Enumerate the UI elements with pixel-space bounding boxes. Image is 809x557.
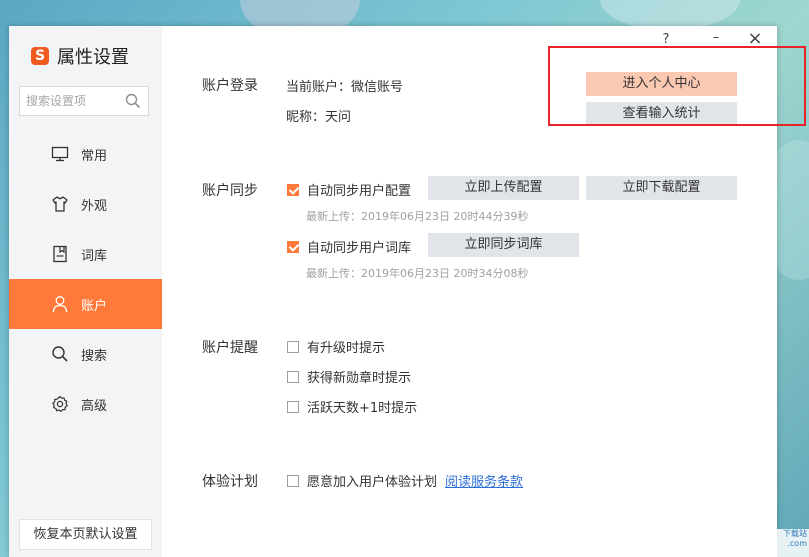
upload-config-button[interactable]: 立即上传配置 [428, 176, 579, 200]
sidebar-item-label: 常用 [81, 148, 108, 164]
sync-dictionary-button[interactable]: 立即同步词库 [428, 233, 579, 257]
sidebar-item-label: 搜索 [81, 348, 108, 364]
sidebar: S 属性设置 常用 外观 [9, 26, 162, 557]
sidebar-item-label: 高级 [81, 398, 108, 414]
checkbox-label: 活跃天数+1时提示 [307, 401, 418, 416]
last-upload-config-time: 最新上传：2019年06月23日 20时44分39秒 [306, 210, 529, 223]
sidebar-item-advanced[interactable]: 高级 [9, 379, 162, 429]
upgrade-reminder-checkbox[interactable]: 有升级时提示 [287, 337, 385, 356]
checkbox-label: 自动同步用户配置 [307, 184, 412, 199]
checkbox-unchecked-icon[interactable] [287, 474, 299, 487]
auto-sync-dictionary-checkbox[interactable]: 自动同步用户词库 [287, 237, 411, 256]
section-title-account-login: 账户登录 [202, 78, 258, 94]
checkbox-label: 获得新勋章时提示 [307, 371, 412, 386]
checkbox-checked-icon[interactable] [287, 240, 299, 253]
watermark-logo: 下载站 .com [771, 529, 809, 557]
search-icon[interactable] [125, 93, 141, 113]
highlight-annotation-box [548, 46, 806, 126]
dictionary-icon [51, 245, 69, 263]
restore-defaults-button[interactable]: 恢复本页默认设置 [19, 519, 152, 550]
sogou-logo-icon: S [31, 47, 49, 65]
experience-plan-checkbox[interactable]: 愿意加入用户体验计划 阅读服务条款 [287, 471, 523, 490]
section-title-account-reminder: 账户提醒 [202, 340, 258, 356]
sidebar-item-label: 词库 [81, 248, 108, 264]
sidebar-item-label: 外观 [81, 198, 108, 214]
app-logo: S 属性设置 [31, 43, 129, 69]
close-button[interactable]: × [745, 28, 765, 49]
auto-sync-config-checkbox[interactable]: 自动同步用户配置 [287, 180, 411, 199]
new-badge-reminder-checkbox[interactable]: 获得新勋章时提示 [287, 367, 411, 386]
search-input[interactable] [20, 87, 122, 115]
checkbox-label: 有升级时提示 [307, 341, 386, 356]
current-account-text: 当前账户：微信账号 [286, 80, 404, 95]
sidebar-item-dictionary[interactable]: 词库 [9, 229, 162, 279]
sidebar-item-common[interactable]: 常用 [9, 129, 162, 179]
monitor-icon [51, 145, 69, 163]
nickname-text: 昵称：天问 [286, 110, 352, 125]
checkbox-label: 愿意加入用户体验计划 [307, 475, 438, 490]
download-config-button[interactable]: 立即下载配置 [586, 176, 737, 200]
section-title-account-sync: 账户同步 [202, 183, 258, 199]
app-title: 属性设置 [57, 47, 129, 68]
checkbox-checked-icon[interactable] [287, 183, 299, 196]
checkbox-unchecked-icon[interactable] [287, 400, 299, 413]
section-title-experience-plan: 体验计划 [202, 474, 258, 490]
sidebar-item-label: 账户 [81, 298, 108, 314]
checkbox-unchecked-icon[interactable] [287, 370, 299, 383]
sidebar-item-search[interactable]: 搜索 [9, 329, 162, 379]
user-icon [51, 295, 69, 313]
terms-of-service-link[interactable]: 阅读服务条款 [445, 471, 523, 490]
sidebar-item-account[interactable]: 账户 [9, 279, 162, 329]
last-upload-dictionary-time: 最新上传：2019年06月23日 20时34分08秒 [306, 267, 529, 280]
search-box [19, 86, 149, 116]
checkbox-unchecked-icon[interactable] [287, 340, 299, 353]
search-icon [51, 345, 69, 363]
checkbox-label: 自动同步用户词库 [307, 241, 412, 256]
sidebar-item-appearance[interactable]: 外观 [9, 179, 162, 229]
active-days-reminder-checkbox[interactable]: 活跃天数+1时提示 [287, 397, 417, 416]
shirt-icon [51, 195, 69, 213]
sidebar-nav: 常用 外观 词库 账户 搜索 高级 [9, 129, 162, 429]
gear-icon [51, 395, 69, 413]
